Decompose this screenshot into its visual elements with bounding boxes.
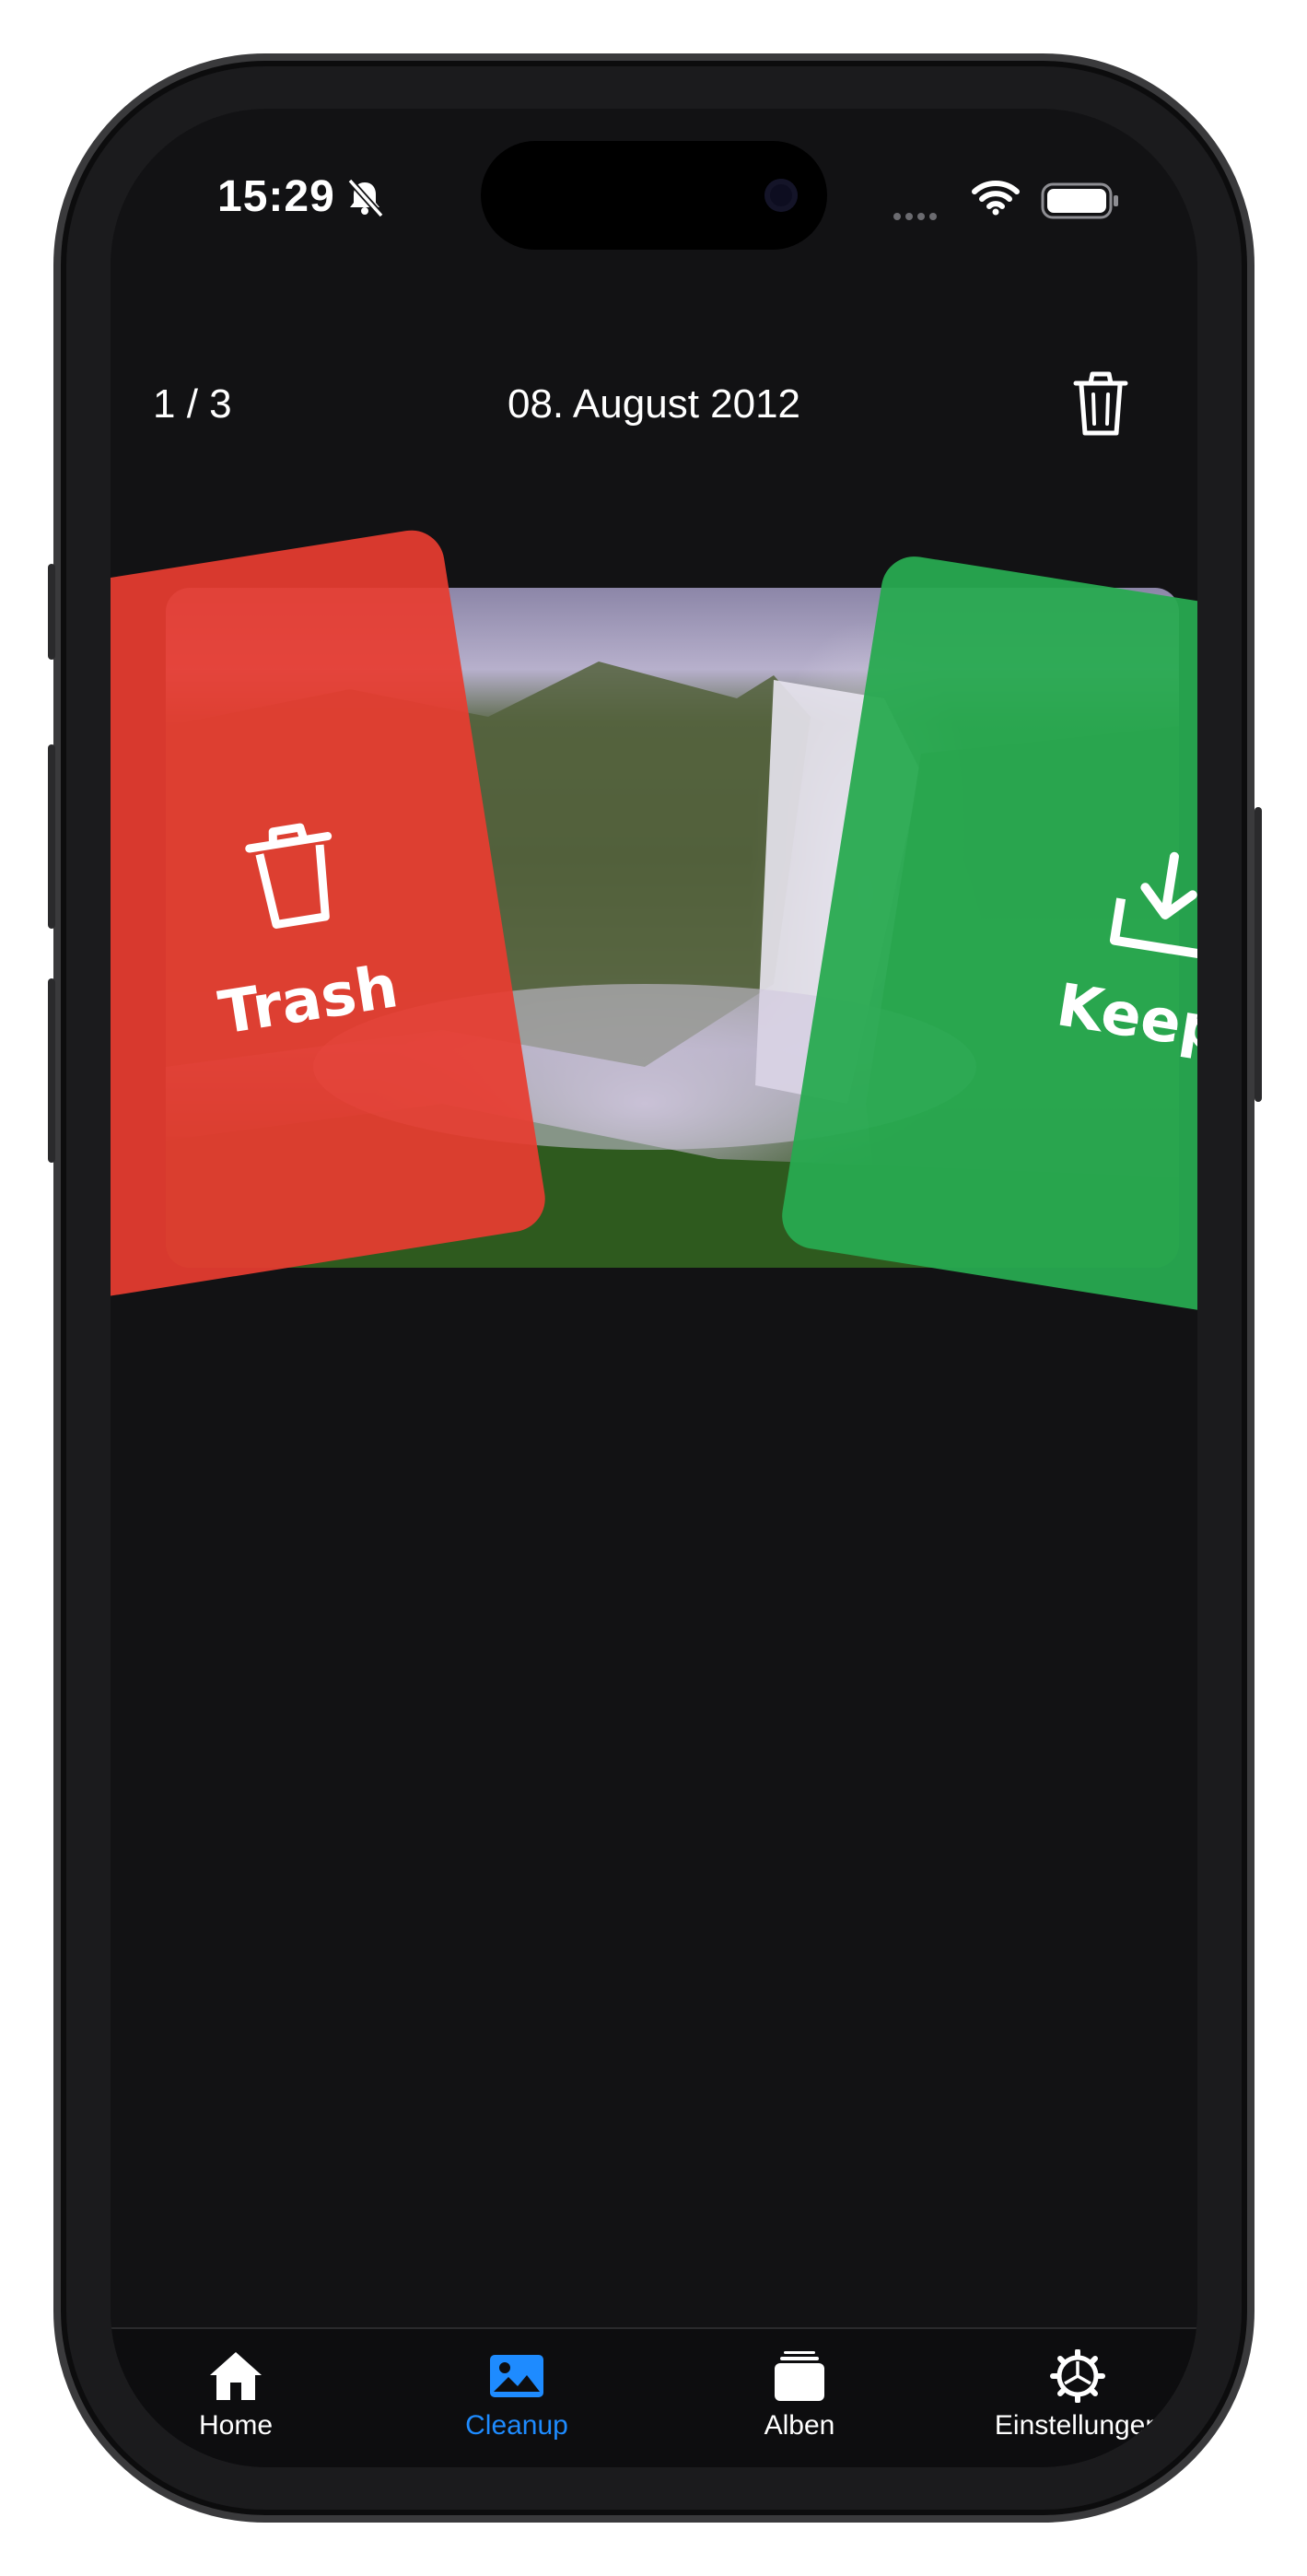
bell-slash-icon (347, 178, 384, 217)
tab-bar: Home Cleanup Alben Einstellungen (111, 2327, 1197, 2467)
cellular-signal-icon (893, 208, 941, 225)
keep-label: Keep (1052, 971, 1197, 1065)
wifi-icon (972, 181, 1020, 216)
tab-cleanup[interactable]: Cleanup (397, 2349, 636, 2441)
albums-stack-icon (775, 2351, 824, 2401)
battery-icon (1041, 182, 1118, 219)
action-button (48, 564, 55, 660)
power-button (1254, 807, 1262, 1102)
trash-icon (245, 823, 333, 929)
volume-down-button (48, 978, 55, 1163)
gear-icon (1050, 2349, 1105, 2403)
tab-alben-label: Alben (764, 2410, 835, 2441)
tab-home[interactable]: Home (116, 2349, 356, 2441)
status-time: 15:29 (217, 172, 335, 221)
dynamic-island (481, 141, 827, 250)
app-screen: 15:29 1 / 3 08. August 2012 Trash Keep H… (111, 109, 1197, 2467)
tab-einstellungen-label: Einstellungen (994, 2410, 1161, 2441)
status-bar: 15:29 (111, 109, 1197, 293)
photo-header: 1 / 3 08. August 2012 (111, 357, 1197, 440)
download-tray-icon (1109, 851, 1197, 960)
volume-up-button (48, 744, 55, 929)
tab-cleanup-label: Cleanup (465, 2410, 568, 2441)
photo-icon (490, 2355, 543, 2397)
tab-alben[interactable]: Alben (680, 2349, 919, 2441)
photo-date: 08. August 2012 (507, 381, 801, 427)
house-icon (210, 2352, 262, 2400)
trash-label: Trash (214, 953, 403, 1048)
trash-icon[interactable] (1068, 367, 1133, 440)
camera-lens (764, 179, 798, 212)
tab-einstellungen[interactable]: Einstellungen (958, 2349, 1197, 2441)
tab-home-label: Home (198, 2410, 274, 2441)
